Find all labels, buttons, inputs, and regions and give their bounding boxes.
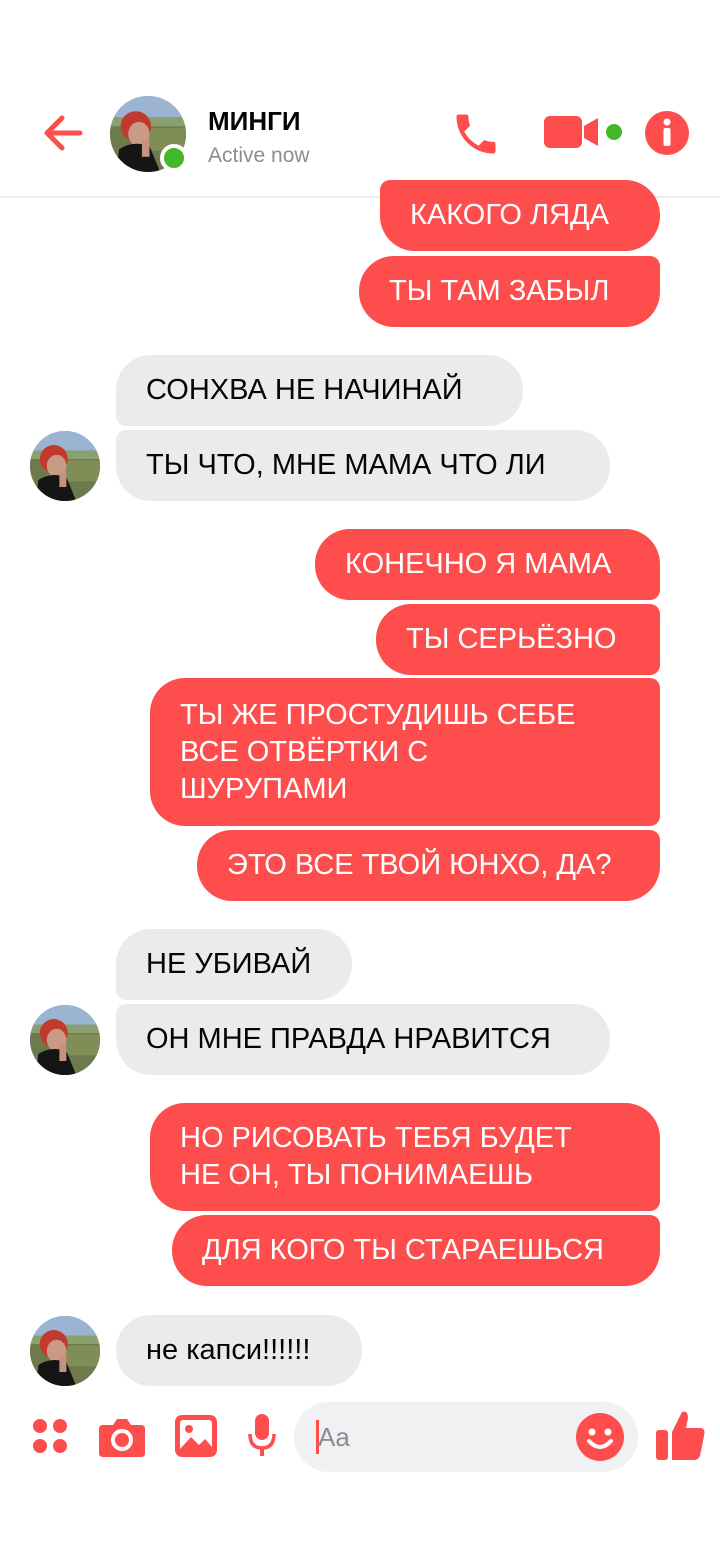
microphone-icon[interactable]	[247, 1414, 277, 1458]
back-arrow-icon[interactable]	[38, 108, 88, 158]
outgoing-message[interactable]: ЭТО ВСЕ ТВОЙ ЮНХО, ДА?	[197, 830, 660, 901]
video-camera-icon[interactable]	[544, 112, 624, 152]
incoming-message[interactable]: СОНХВА НЕ НАЧИНАЙ	[116, 355, 523, 426]
outgoing-message[interactable]: ТЫ ТАМ ЗАБЫЛ	[359, 256, 660, 327]
outgoing-message[interactable]: ТЫ ЖЕ ПРОСТУДИШЬ СЕБЕ ВСЕ ОТВЁРТКИ С ШУР…	[150, 678, 660, 826]
incoming-message[interactable]: ТЫ ЧТО, МНЕ МАМА ЧТО ЛИ	[116, 430, 610, 501]
contact-avatar[interactable]	[30, 431, 100, 501]
incoming-message[interactable]: не капси!!!!!!	[116, 1315, 362, 1386]
outgoing-message[interactable]: ТЫ СЕРЬЁЗНО	[376, 604, 660, 675]
info-icon[interactable]	[644, 110, 690, 156]
phone-icon[interactable]	[450, 108, 502, 160]
active-status: Active now	[208, 144, 310, 167]
contact-avatar[interactable]	[30, 1316, 100, 1386]
incoming-message[interactable]: НЕ УБИВАЙ	[116, 929, 352, 1000]
incoming-message[interactable]: ОН МНЕ ПРАВДА НРАВИТСЯ	[116, 1004, 610, 1075]
thumbs-up-icon[interactable]	[654, 1408, 706, 1462]
outgoing-message[interactable]: НО РИСОВАТЬ ТЕБЯ БУДЕТ НЕ ОН, ТЫ ПОНИМАЕ…	[150, 1103, 660, 1211]
conversation-header: МИНГИ Active now	[0, 0, 720, 198]
outgoing-message[interactable]: КАКОГО ЛЯДА	[380, 180, 660, 251]
contact-avatar[interactable]	[110, 96, 188, 172]
apps-icon[interactable]	[30, 1416, 70, 1456]
outgoing-message[interactable]: КОНЕЧНО Я МАМА	[315, 529, 660, 600]
emoji-icon[interactable]	[576, 1413, 624, 1461]
contact-avatar[interactable]	[30, 1005, 100, 1075]
camera-icon[interactable]	[99, 1417, 145, 1457]
gallery-icon[interactable]	[175, 1415, 217, 1457]
outgoing-message[interactable]: ДЛЯ КОГО ТЫ СТАРАЕШЬСЯ	[172, 1215, 660, 1286]
contact-name[interactable]: МИНГИ	[208, 106, 301, 137]
message-input-placeholder: Aa	[318, 1422, 350, 1452]
online-indicator	[160, 144, 188, 172]
